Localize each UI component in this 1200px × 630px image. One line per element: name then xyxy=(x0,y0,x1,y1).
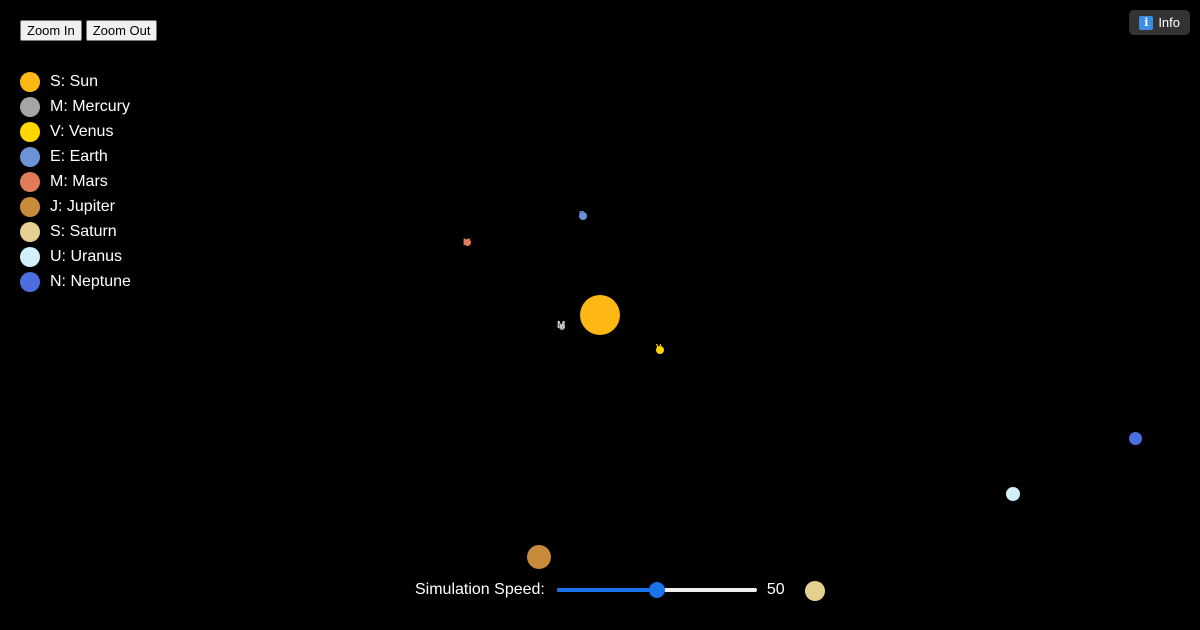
speed-slider[interactable] xyxy=(556,582,757,598)
legend-item-saturn: S: Saturn xyxy=(20,219,131,244)
legend-item-earth: E: Earth xyxy=(20,144,131,169)
legend-swatch xyxy=(20,71,40,92)
info-button-label: Info xyxy=(1158,15,1180,30)
neptune xyxy=(1129,432,1142,445)
legend-item-uranus: U: Uranus xyxy=(20,244,131,269)
mars-label: M xyxy=(463,237,471,247)
speed-control: Simulation Speed: 50 xyxy=(415,578,785,602)
venus-label: V xyxy=(656,343,662,352)
slider-fill xyxy=(556,588,657,592)
speed-value: 50 xyxy=(766,581,785,598)
legend-swatch xyxy=(20,271,40,292)
planet-legend: S: Sun M: Mercury V: Venus E: Earth M: M… xyxy=(20,69,131,294)
info-button[interactable]: i Info xyxy=(1129,10,1190,35)
legend-label: V: Venus xyxy=(50,122,114,140)
legend-label: S: Sun xyxy=(50,72,99,90)
legend-label: E: Earth xyxy=(50,147,108,165)
legend-swatch xyxy=(20,196,40,217)
legend-swatch xyxy=(20,96,40,117)
legend-label: U: Uranus xyxy=(50,247,123,265)
legend-label: N: Neptune xyxy=(50,272,131,290)
legend-swatch xyxy=(20,246,40,267)
legend-label: M: Mars xyxy=(50,172,108,190)
simulation-canvas[interactable]: Zoom In Zoom Out i Info S: Sun M: Mercur… xyxy=(0,0,1200,630)
zoom-in-button[interactable]: Zoom In xyxy=(20,20,82,41)
info-icon: i xyxy=(1139,15,1154,30)
legend-item-venus: V: Venus xyxy=(20,119,131,144)
earth-label: E xyxy=(579,210,585,219)
legend-item-mercury: M: Mercury xyxy=(20,94,131,119)
legend-item-neptune: N: Neptune xyxy=(20,269,131,294)
legend-swatch xyxy=(20,171,40,192)
legend-label: S: Saturn xyxy=(50,222,117,240)
legend-swatch xyxy=(20,146,40,167)
saturn xyxy=(805,581,825,601)
uranus xyxy=(1006,487,1020,501)
zoom-controls: Zoom In Zoom Out xyxy=(20,20,158,41)
legend-item-mars: M: Mars xyxy=(20,169,131,194)
legend-label: J: Jupiter xyxy=(50,197,115,215)
speed-label: Simulation Speed: xyxy=(415,581,545,598)
zoom-out-button[interactable]: Zoom Out xyxy=(85,20,158,41)
legend-item-jupiter: J: Jupiter xyxy=(20,194,131,219)
legend-item-sun: S: Sun xyxy=(20,69,131,94)
sun xyxy=(580,295,620,335)
legend-label: M: Mercury xyxy=(50,97,130,115)
slider-thumb[interactable] xyxy=(648,582,665,598)
mercury-label: M xyxy=(557,320,566,331)
jupiter xyxy=(527,545,551,569)
legend-swatch xyxy=(20,121,40,142)
legend-swatch xyxy=(20,221,40,242)
